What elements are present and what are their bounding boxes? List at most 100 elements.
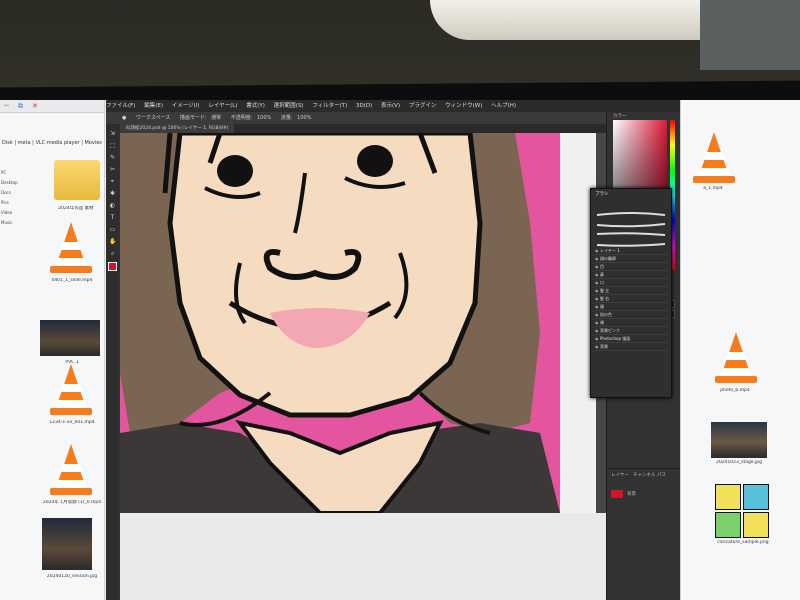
sidebar-item[interactable]: PC — [1, 170, 15, 176]
caricature-thumbnail — [715, 512, 741, 538]
layer-row[interactable]: ◉ 肌の色 — [595, 311, 667, 319]
file-name: photo_b.mp4 — [720, 388, 750, 393]
vlc-cone-icon — [50, 444, 92, 495]
dodge-tool-icon[interactable]: ◐ — [109, 202, 116, 209]
menu-item[interactable]: 選択範囲(S) — [274, 103, 304, 109]
brush-preset-row[interactable] — [595, 203, 667, 216]
file-explorer-right: a_1.mp4 photo_b.mp4 20241023_stage.jpg c… — [680, 100, 800, 600]
monitor-screen: ✂ ⧉ ✕ Disk | meta | VLC media player | M… — [0, 100, 800, 600]
canvas-area[interactable] — [120, 133, 606, 600]
color-panel-tab[interactable]: カラー — [613, 113, 627, 119]
file-item[interactable]: 2024年作品 素材 — [48, 158, 104, 218]
flow-field[interactable]: 100% — [297, 115, 311, 121]
marquee-tool-icon[interactable]: ⬚ — [109, 142, 116, 149]
explorer-address-bar[interactable]: Disk | meta | VLC media player | Movies — [2, 140, 102, 150]
layer-row[interactable]: ◉ 口 — [595, 279, 667, 287]
sidebar-item[interactable]: Pics — [1, 200, 15, 206]
zoom-tool-icon[interactable]: ⌕ — [109, 250, 116, 257]
file-name: 20241023_stage.jpg — [715, 460, 763, 465]
delete-icon[interactable]: ✕ — [32, 102, 38, 110]
file-name: a_1.mp4 — [703, 186, 723, 191]
option-label: 流量: — [280, 115, 293, 121]
menu-item[interactable]: フィルター(T) — [312, 103, 347, 109]
menu-item[interactable]: 表示(V) — [381, 103, 400, 109]
channels-panel-tab[interactable]: チャンネル — [633, 472, 655, 478]
layer-row[interactable]: ◉ 鼻 — [595, 271, 667, 279]
layer-row[interactable]: ◉ 髪 右 — [595, 295, 667, 303]
document-tab[interactable]: 似顔絵2024.psd @ 100% (レイヤー 1, RGB/8#) — [120, 124, 235, 133]
menu-item[interactable]: イメージ(I) — [172, 103, 200, 109]
opacity-field[interactable]: 100% — [257, 115, 271, 121]
menu-item[interactable]: ヘルプ(H) — [491, 103, 516, 109]
file-name: 2024年 1月収録 (1)_0.mp4 — [42, 500, 102, 505]
option-label: 不透明度: — [230, 115, 253, 121]
photo-thumbnail — [42, 518, 92, 570]
menu-item[interactable]: ウィンドウ(W) — [445, 103, 482, 109]
layer-row[interactable]: ◉ 頬 — [595, 319, 667, 327]
menu-item[interactable]: 書式(Y) — [246, 103, 265, 109]
sidebar-item[interactable]: Docs — [1, 190, 15, 196]
blend-mode-select[interactable]: 通常 — [211, 115, 221, 121]
file-item[interactable]: photo_b.mp4 — [711, 330, 765, 400]
explorer-toolbar: ✂ ⧉ ✕ — [0, 100, 104, 113]
hand-tool-icon[interactable]: ✋ — [109, 238, 116, 245]
brush-tool-icon[interactable]: ✎ — [109, 154, 116, 161]
layer-row[interactable]: ◉ 服 — [595, 303, 667, 311]
sidebar-item[interactable]: Desktop — [1, 180, 18, 186]
file-item[interactable]: a_1.mp4 — [689, 130, 739, 194]
background-layer-label[interactable]: 背景 — [627, 491, 636, 497]
brush-preset-row[interactable] — [595, 213, 667, 228]
shelf — [700, 0, 800, 70]
caricature-artwork[interactable] — [120, 133, 596, 513]
file-name: 1234-1-xx_001.mp4 — [49, 420, 95, 425]
divider — [607, 468, 681, 469]
layer-row[interactable]: ◉ 顔の輪郭 — [595, 255, 667, 263]
canvas-empty-area — [120, 513, 606, 600]
menu-bar: ファイル(F) 編集(E) イメージ(I) レイヤー(L) 書式(Y) 選択範囲… — [106, 100, 680, 112]
copy-icon[interactable]: ⧉ — [18, 102, 23, 111]
panel-header[interactable]: ブラシ — [595, 191, 608, 197]
crop-tool-icon[interactable]: ✂ — [109, 166, 116, 173]
layer-row[interactable]: ◉ 背景ピンク — [595, 327, 667, 335]
eyedropper-tool-icon[interactable]: ⌖ — [109, 178, 116, 185]
option-label[interactable]: ワークスペース — [136, 115, 170, 121]
cut-icon[interactable]: ✂ — [4, 102, 10, 110]
type-tool-icon[interactable]: T — [109, 214, 116, 221]
layers-panel-tab[interactable]: レイヤー — [611, 472, 629, 478]
caricature-thumbnail — [743, 512, 769, 538]
brush-preset-row[interactable] — [595, 233, 667, 247]
shape-tool-icon[interactable]: ▭ — [109, 226, 116, 233]
layer-row[interactable]: ◉ 目 — [595, 263, 667, 271]
photo-thumbnail — [40, 320, 100, 356]
file-item[interactable]: 20241023_stage.jpg — [711, 422, 771, 470]
layer-row[interactable]: ◉ Photoshop 描画 — [595, 335, 667, 343]
file-item[interactable]: 1234-1-xx_001.mp4 — [40, 362, 102, 432]
file-name: 0401_1_slide.mp4 — [51, 278, 93, 283]
paths-panel-tab[interactable]: パス — [657, 472, 666, 478]
layer-thumbnail — [611, 490, 623, 498]
move-tool-icon[interactable]: ⇲ — [109, 130, 116, 137]
menu-item[interactable]: 編集(E) — [144, 103, 163, 109]
foreground-color-swatch[interactable] — [108, 262, 117, 271]
sidebar-item[interactable]: Video — [1, 210, 15, 216]
menu-item[interactable]: プラグイン — [409, 103, 437, 109]
file-item[interactable]: 0401_1_slide.mp4 — [40, 220, 102, 290]
right-eye — [357, 145, 393, 177]
file-item[interactable]: 2024年 1月収録 (1)_0.mp4 — [40, 442, 102, 512]
brush-preset-icon[interactable]: ● — [122, 115, 126, 121]
document-tab-bar: 似顔絵2024.psd @ 100% (レイヤー 1, RGB/8#) — [120, 124, 620, 133]
file-explorer-left: ✂ ⧉ ✕ Disk | meta | VLC media player | M… — [0, 100, 105, 600]
layer-row[interactable]: ◉ 背景 — [595, 343, 667, 351]
layer-row[interactable]: ◉ レイヤー 1 — [595, 247, 667, 255]
menu-item[interactable]: 3D(D) — [356, 103, 372, 109]
menu-item[interactable]: レイヤー(L) — [208, 103, 237, 109]
healing-tool-icon[interactable]: ✱ — [109, 190, 116, 197]
file-item[interactable]: 20240120_session.jpg — [40, 518, 102, 588]
file-item[interactable]: caricature_sample.png — [715, 484, 775, 546]
caricature-thumbnail — [715, 484, 741, 510]
vlc-cone-icon — [693, 132, 735, 183]
brush-preset-row[interactable] — [595, 223, 667, 236]
layer-row[interactable]: ◉ 髪 左 — [595, 287, 667, 295]
sidebar-item[interactable]: Music — [1, 220, 15, 226]
menu-item[interactable]: ファイル(F) — [106, 103, 135, 109]
